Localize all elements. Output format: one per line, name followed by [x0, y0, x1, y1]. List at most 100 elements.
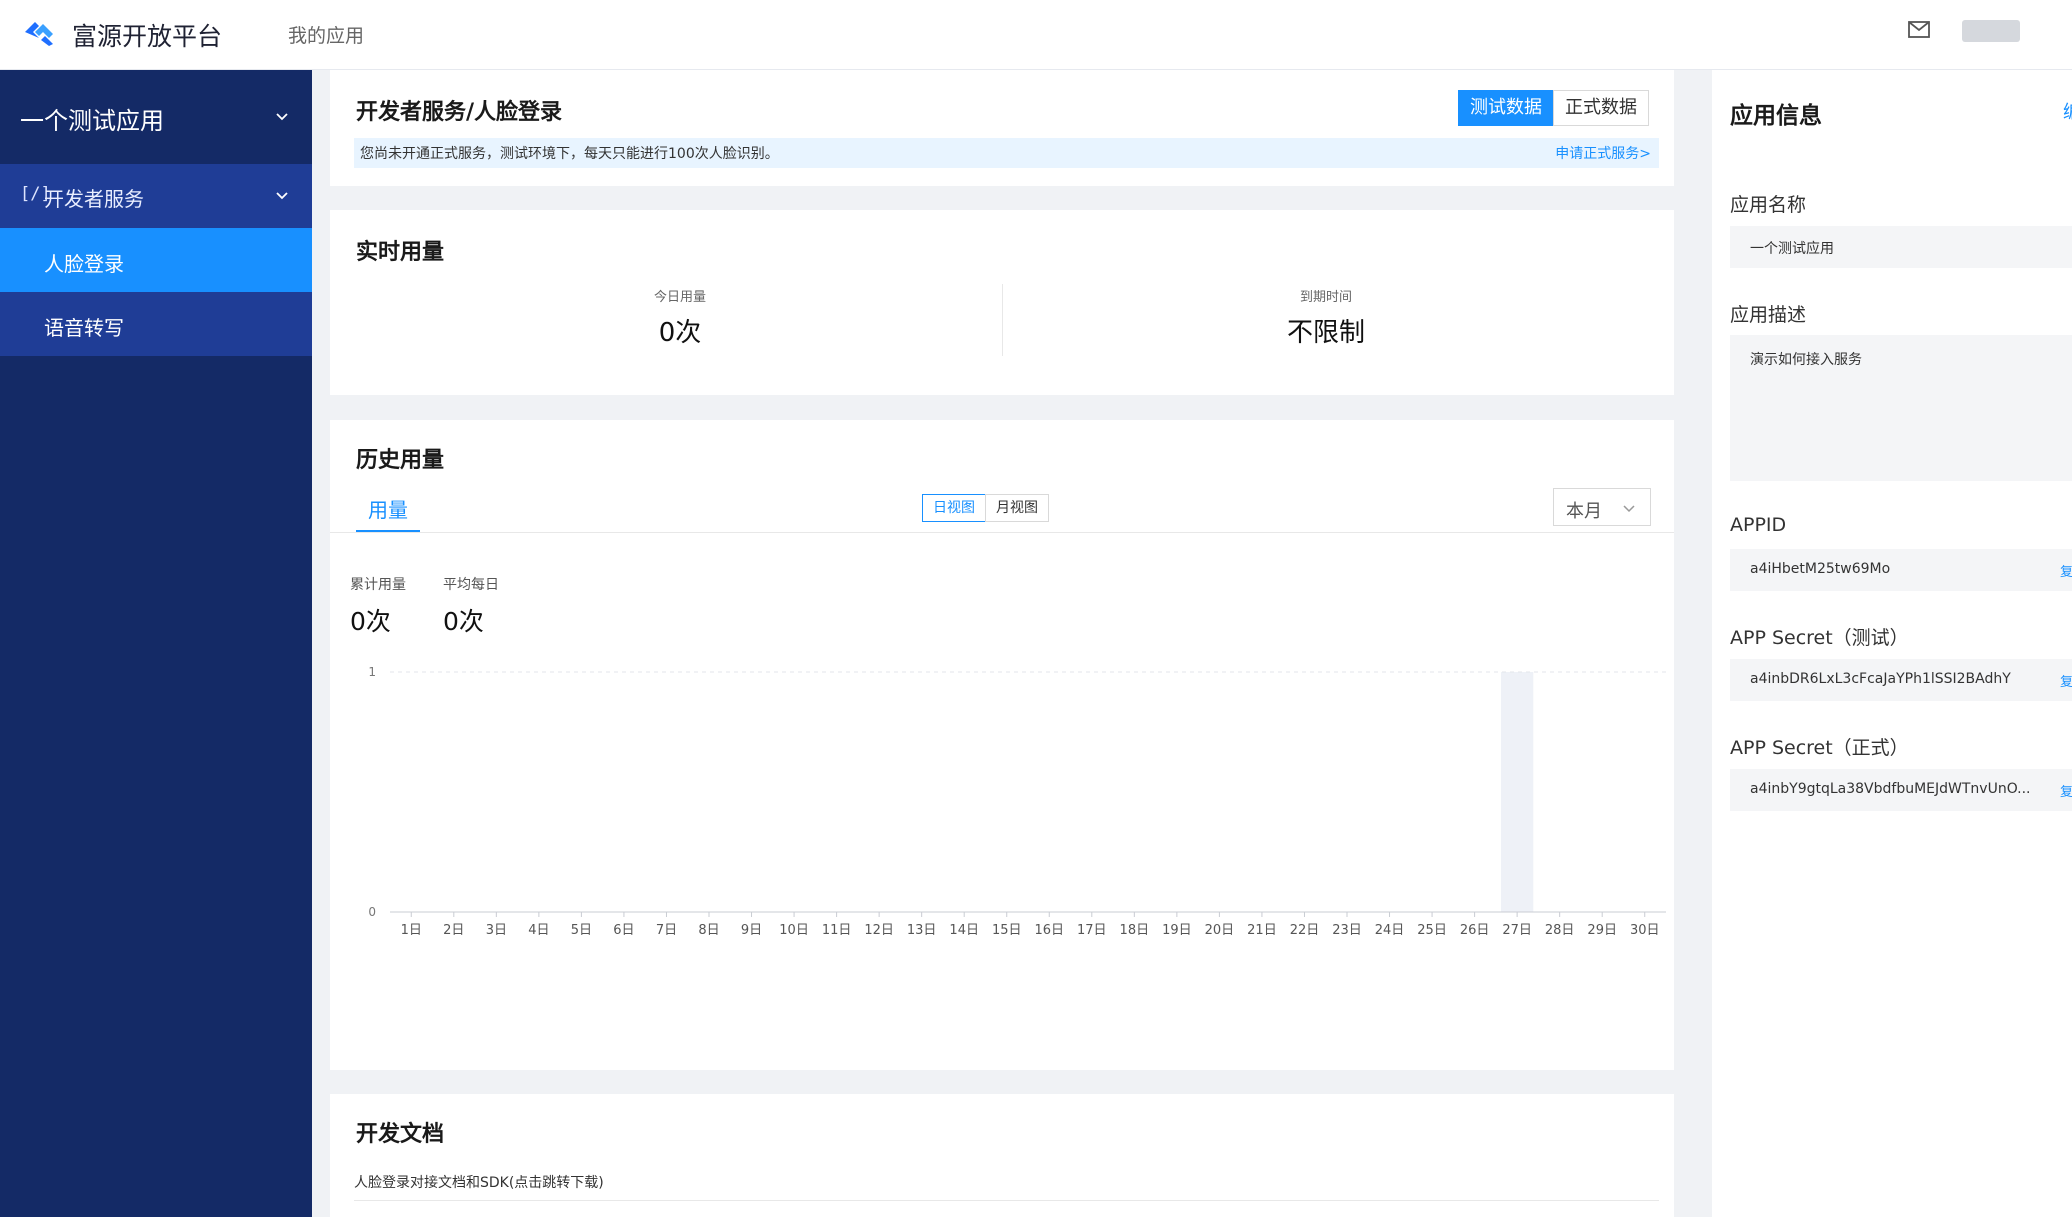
period-select-value: 本月: [1566, 501, 1602, 522]
x-tick-label: 12日: [864, 923, 894, 938]
total-usage-value: 0次: [350, 607, 391, 636]
x-tick-label: 7日: [656, 923, 677, 938]
secret-prod-label: APP Secret（正式）: [1730, 737, 1909, 759]
usage-chart: 011日 2日 3日 4日 5日 6日 7日 8日 9日 10日 11日 12日 13日 14日 15日 16…: [368, 665, 1666, 938]
notice-text: 您尚未开通正式服务，测试环境下，每天只能进行100次人脸识别。: [360, 146, 779, 162]
x-tick-label: 29日: [1587, 923, 1617, 938]
service-header-card: 开发者服务/人脸登录 测试数据 正式数据 您尚未开通正式服务，测试环境下，每天只…: [330, 70, 1674, 186]
x-tick-label: 2日: [443, 923, 464, 938]
x-tick-label: 14日: [949, 923, 979, 938]
app-desc-field: 演示如何接入服务: [1730, 335, 2072, 481]
tab-usage[interactable]: 用量: [368, 494, 408, 523]
expiry-value: 不限制: [1286, 318, 1365, 348]
x-tick-label: 13日: [907, 923, 937, 938]
secret-prod-value: a4inbY9gtqLa38VbdfbuMEJdWTnvUnO...: [1750, 781, 2031, 797]
today-usage-value: 0次: [658, 318, 702, 348]
app-name-label: 应用名称: [1730, 194, 1807, 216]
x-tick-label: 6日: [613, 923, 634, 938]
docs-divider: [354, 1200, 1659, 1201]
apply-production-link[interactable]: 申请正式服务>: [1555, 143, 1651, 163]
secret-prod-field: a4inbY9gtqLa38VbdfbuMEJdWTnvUnO... 复制: [1730, 769, 2072, 811]
x-tick-label: 23日: [1332, 923, 1362, 938]
current-app-name: 一个测试应用: [20, 107, 164, 135]
appid-field: a4iHbetM25tw69Mo 复制: [1730, 549, 2072, 591]
sidebar-item-label: 语音转写: [44, 316, 124, 340]
chevron-down-icon: [275, 110, 289, 124]
x-tick-label: 10日: [779, 923, 809, 938]
divider: [1002, 284, 1003, 356]
x-tick-label: 20日: [1205, 923, 1235, 938]
user-avatar[interactable]: [1962, 20, 2020, 42]
x-tick-label: 28日: [1545, 923, 1575, 938]
x-tick-label: 19日: [1162, 923, 1192, 938]
docs-download-link[interactable]: 人脸登录对接文档和SDK(点击跳转下载): [354, 1172, 604, 1192]
section-title: 开发文档: [356, 1122, 445, 1147]
x-tick-label: 3日: [486, 923, 507, 938]
platform-brand[interactable]: 富源开放平台: [72, 17, 222, 53]
x-tick-label: 26日: [1460, 923, 1490, 938]
copy-appid-button[interactable]: 复制: [2060, 561, 2072, 580]
sidebar-item-label: 人脸登录: [44, 252, 124, 276]
sidebar-group-label: 开发者服务: [44, 187, 144, 211]
x-tick-label: 22日: [1290, 923, 1320, 938]
expiry-label: 到期时间: [1299, 290, 1352, 305]
app-info-title: 应用信息: [1730, 103, 1822, 129]
x-tick-label: 8日: [698, 923, 719, 938]
app-name-value: 一个测试应用: [1750, 241, 1834, 257]
developer-docs-card: 开发文档 人脸登录对接文档和SDK(点击跳转下载): [330, 1094, 1674, 1217]
secret-test-label: APP Secret（测试）: [1730, 627, 1909, 649]
x-tick-label: 18日: [1120, 923, 1150, 938]
avg-daily-value: 0次: [443, 607, 484, 636]
chevron-down-icon: [275, 189, 289, 203]
section-title: 历史用量: [356, 448, 445, 473]
sidebar-item-face-login[interactable]: 人脸登录: [0, 228, 312, 292]
y-tick-label: 0: [368, 905, 376, 919]
x-tick-label: 21日: [1247, 923, 1277, 938]
app-info-panel: 应用信息 编 应用名称 一个测试应用 应用描述 演示如何接入服务 APPID a…: [1712, 70, 2072, 1217]
x-tick-label: 17日: [1077, 923, 1107, 938]
top-bar: 富源开放平台 我的应用: [0, 0, 2072, 70]
sidebar-group-developer-services[interactable]: [/] 开发者服务: [0, 164, 312, 228]
nav-my-apps[interactable]: 我的应用: [288, 21, 364, 48]
secret-test-value: a4inbDR6LxL3cFcaJaYPh1lSSI2BAdhY: [1750, 671, 2011, 687]
day-view-button[interactable]: 日视图: [922, 494, 986, 522]
mail-icon[interactable]: [1908, 21, 1930, 38]
chevron-down-icon: [1623, 505, 1635, 513]
history-usage-card: 历史用量 用量 日视图 月视图 本月 累计用量 0次 平均每日 0次 0 1 1日 2…: [330, 420, 1674, 1070]
edit-app-info-link[interactable]: 编: [2063, 98, 2072, 124]
x-tick-label: 15日: [992, 923, 1022, 938]
y-tick-label: 1: [368, 665, 376, 679]
avg-daily-label: 平均每日: [443, 577, 499, 593]
prod-data-toggle[interactable]: 正式数据: [1553, 90, 1649, 126]
page-title: 开发者服务/人脸登录: [356, 100, 563, 125]
realtime-usage-card: 实时用量 今日用量 0次 到期时间 不限制: [330, 210, 1674, 395]
x-tick-label: 27日: [1502, 923, 1532, 938]
x-tick-label: 25日: [1417, 923, 1447, 938]
x-tick-label: 24日: [1375, 923, 1405, 938]
app-name-field: 一个测试应用: [1730, 226, 2072, 268]
tab-bar-divider: [330, 532, 1674, 533]
period-select[interactable]: 本月: [1553, 488, 1651, 526]
x-tick-label: 4日: [528, 923, 549, 938]
section-title: 实时用量: [356, 240, 445, 265]
appid-label: APPID: [1730, 514, 1787, 536]
x-tick-label: 5日: [571, 923, 592, 938]
copy-secret-prod-button[interactable]: 复制: [2060, 781, 2072, 800]
service-notice-banner: 您尚未开通正式服务，测试环境下，每天只能进行100次人脸识别。 申请正式服务>: [354, 138, 1659, 168]
platform-logo-icon[interactable]: [22, 14, 56, 48]
sidebar: 一个测试应用 [/] 开发者服务 人脸登录 语音转写: [0, 70, 312, 1217]
copy-secret-test-button[interactable]: 复制: [2060, 671, 2072, 690]
today-usage-label: 今日用量: [653, 290, 706, 305]
test-data-toggle[interactable]: 测试数据: [1458, 90, 1554, 126]
app-desc-value: 演示如何接入服务: [1750, 352, 1862, 368]
month-view-button[interactable]: 月视图: [985, 494, 1049, 522]
x-tick-label: 9日: [741, 923, 762, 938]
sidebar-item-speech-transcription[interactable]: 语音转写: [0, 292, 312, 356]
x-tick-label: 11日: [822, 923, 852, 938]
x-tick-label: 16日: [1034, 923, 1064, 938]
secret-test-field: a4inbDR6LxL3cFcaJaYPh1lSSI2BAdhY 复制: [1730, 659, 2072, 701]
app-switcher[interactable]: 一个测试应用: [0, 70, 312, 164]
app-desc-label: 应用描述: [1730, 304, 1807, 326]
total-usage-label: 累计用量: [350, 577, 406, 593]
hover-highlight-band: [1500, 672, 1534, 912]
